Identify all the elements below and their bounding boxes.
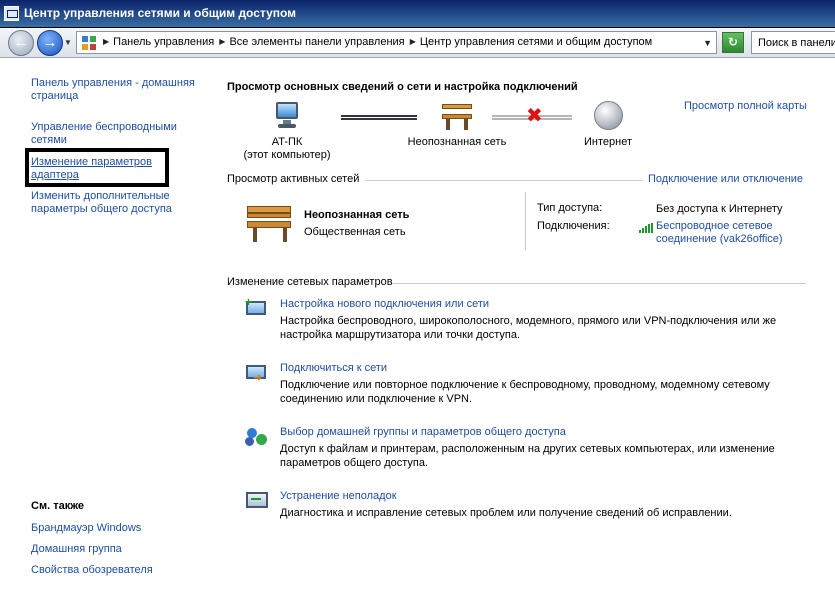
link-firewall[interactable]: Брандмауэр Windows — [31, 522, 201, 535]
link-new-connection[interactable]: Настройка нового подключения или сети — [280, 298, 489, 310]
task-description: Доступ к файлам и принтерам, расположенн… — [280, 443, 775, 469]
breadcrumb: ▶ Панель управления ▶ Все элементы панели … — [101, 36, 652, 48]
connect-network-icon: ➜ — [245, 362, 269, 384]
refresh-icon: ↻ — [727, 35, 739, 49]
link-troubleshoot[interactable]: Устранение неполадок — [280, 490, 397, 502]
selection-highlight — [25, 148, 169, 187]
arrow-right-icon: → — [42, 34, 58, 51]
access-type-label: Тип доступа: — [537, 202, 603, 214]
computer-icon — [270, 100, 304, 134]
left-pane: Панель управления - домашняя страница Уп… — [0, 59, 210, 600]
search-input[interactable]: Поиск в панели — [751, 31, 835, 54]
computer-subtitle: (этот компьютер) — [243, 149, 331, 161]
see-also-title: См. также — [31, 500, 84, 512]
section-divider — [365, 180, 643, 181]
main-pane: Просмотр основных сведений о сети и наст… — [210, 59, 835, 600]
globe-icon — [591, 100, 625, 134]
search-placeholder: Поиск в панели — [758, 37, 835, 49]
troubleshoot-icon — [245, 490, 269, 512]
arrow-left-icon: ← — [13, 34, 29, 51]
link-homegroup[interactable]: Домашняя группа — [31, 543, 201, 556]
map-node-computer[interactable]: AT-ПК (этот компьютер) — [242, 100, 332, 162]
navigation-bar: ← → ▼ ▶ Панель управления ▶ Все элементы п… — [0, 28, 835, 58]
vertical-divider — [525, 192, 526, 250]
breadcrumb-item-control-panel[interactable]: Панель управления — [113, 36, 214, 48]
refresh-button[interactable]: ↻ — [722, 32, 744, 53]
link-connect-network[interactable]: Подключиться к сети — [280, 362, 387, 374]
link-control-panel-home[interactable]: Панель управления - домашняя страница — [31, 77, 201, 103]
task-description: Диагностика и исправление сетевых пробле… — [280, 507, 732, 519]
chevron-right-icon[interactable]: ▶ — [410, 37, 416, 46]
active-network-type[interactable]: Общественная сеть — [304, 226, 406, 238]
breadcrumb-item-network-center[interactable]: Центр управления сетями и общим доступом — [420, 36, 652, 48]
page-title: Просмотр основных сведений о сети и наст… — [227, 81, 578, 93]
change-settings-header: Изменение сетевых параметров — [227, 276, 393, 288]
chevron-right-icon[interactable]: ▶ — [219, 37, 225, 46]
address-bar[interactable]: ▶ Панель управления ▶ Все элементы панели … — [76, 31, 717, 54]
back-button[interactable]: ← — [8, 30, 34, 56]
internet-label: Интернет — [584, 136, 632, 148]
network-center-icon — [4, 6, 19, 21]
window-title: Центр управления сетями и общим доступом — [24, 6, 297, 20]
error-x-icon: ✖ — [526, 105, 543, 127]
computer-name: AT-ПК — [271, 136, 303, 148]
address-dropdown-icon[interactable]: ▼ — [703, 38, 712, 48]
breadcrumb-item-all-items[interactable]: Все элементы панели управления — [229, 36, 404, 48]
wireless-signal-icon — [639, 223, 653, 233]
map-node-internet[interactable]: Интернет — [570, 100, 646, 149]
map-node-network[interactable]: Неопознанная сеть — [402, 100, 512, 149]
active-network-name: Неопознанная сеть — [304, 209, 410, 221]
task-description: Настройка беспроводного, широкополосного… — [280, 315, 777, 341]
network-name: Неопознанная сеть — [407, 136, 507, 148]
link-full-map[interactable]: Просмотр полной карты — [684, 100, 807, 112]
title-bar: Центр управления сетями и общим доступом — [0, 0, 835, 28]
bench-icon — [440, 100, 474, 134]
homegroup-icon — [245, 426, 269, 448]
section-divider — [392, 283, 806, 284]
link-connect-disconnect[interactable]: Подключение или отключение — [648, 173, 803, 185]
forward-button[interactable]: → — [37, 30, 63, 56]
bench-icon — [245, 202, 295, 244]
link-manage-wireless[interactable]: Управление беспроводными сетями — [31, 121, 201, 147]
control-panel-icon — [82, 36, 96, 50]
chevron-right-icon[interactable]: ▶ — [103, 37, 109, 46]
active-networks-header: Просмотр активных сетей — [227, 173, 360, 185]
link-wireless-connection[interactable]: Беспроводное сетевое соединение (vak26of… — [656, 220, 816, 246]
task-description: Подключение или повторное подключение к … — [280, 379, 770, 405]
connections-label: Подключения: — [537, 220, 610, 232]
history-dropdown-icon[interactable]: ▼ — [64, 38, 72, 47]
link-internet-options[interactable]: Свойства обозревателя — [31, 564, 201, 577]
access-type-value: Без доступа к Интернету — [656, 203, 783, 215]
link-homegroup-sharing[interactable]: Выбор домашней группы и параметров общег… — [280, 426, 566, 438]
link-advanced-sharing[interactable]: Изменить дополнительные параметры общего… — [31, 190, 201, 216]
network-type-label: Общественная сеть — [304, 226, 406, 238]
new-connection-icon: + — [245, 295, 269, 320]
